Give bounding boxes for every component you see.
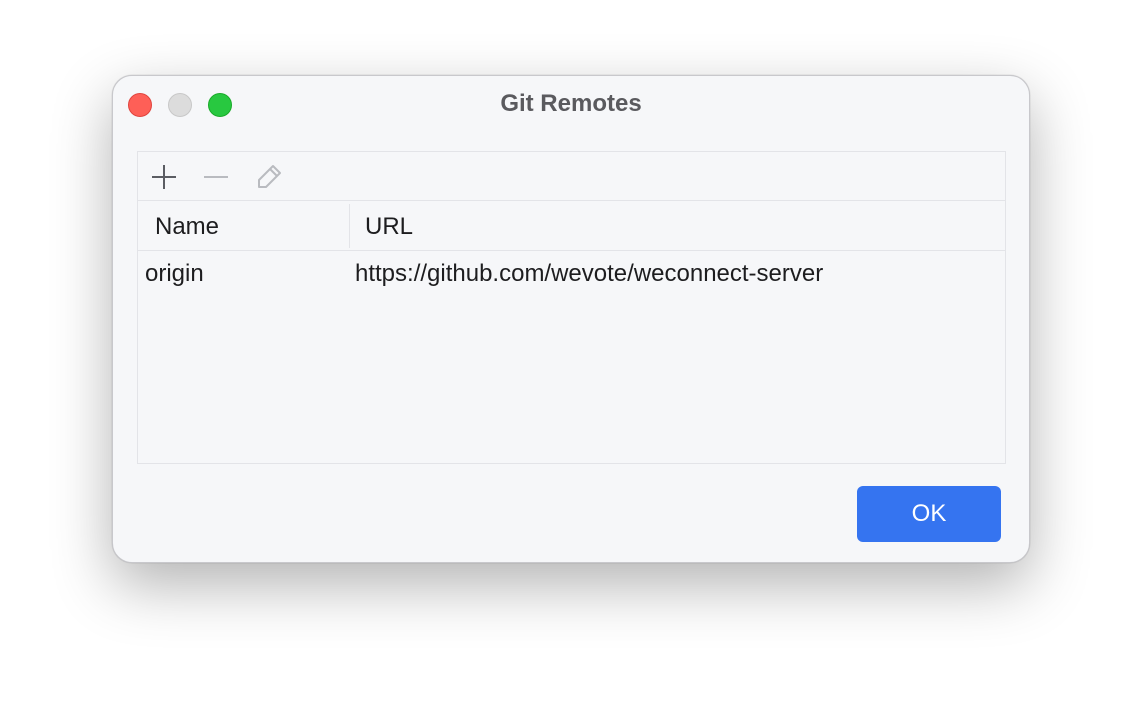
edit-remote-button[interactable] [254, 162, 284, 192]
plus-icon [152, 165, 176, 189]
column-header-url[interactable]: URL [365, 213, 413, 241]
pencil-icon [258, 165, 281, 188]
add-remote-button[interactable] [149, 162, 179, 192]
ok-button[interactable]: OK [857, 486, 1001, 542]
remove-remote-button[interactable] [201, 162, 231, 192]
table-row[interactable]: origin https://github.com/wevote/weconne… [138, 251, 1005, 297]
table-header: Name URL [138, 201, 1005, 251]
dialog-title: Git Remotes [500, 90, 642, 117]
git-remotes-dialog: Git Remotes Name URL origin https://gith… [112, 75, 1030, 563]
column-header-name[interactable]: Name [155, 213, 219, 241]
remotes-panel: Name URL origin https://github.com/wevot… [137, 151, 1006, 464]
minus-icon [204, 176, 228, 178]
remote-name-cell: origin [145, 260, 204, 287]
remote-url-cell: https://github.com/wevote/weconnect-serv… [355, 260, 824, 287]
remotes-toolbar [138, 152, 1005, 201]
column-divider[interactable] [349, 204, 350, 248]
title-bar: Git Remotes [113, 76, 1029, 132]
